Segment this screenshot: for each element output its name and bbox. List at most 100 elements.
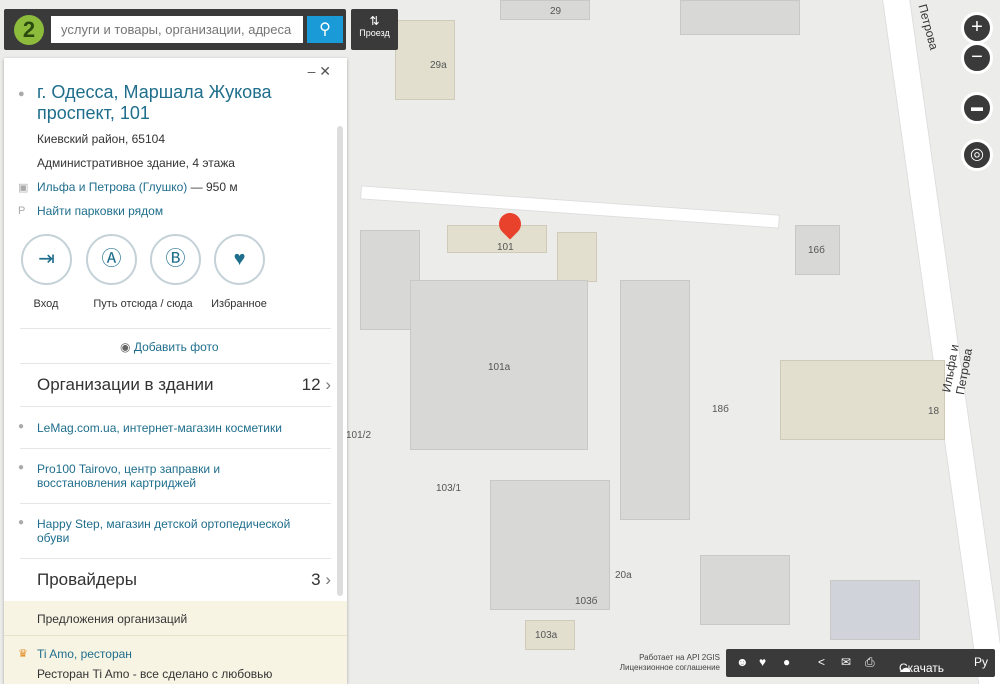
street-label: Петрова [915, 2, 942, 52]
license-link[interactable]: Лицензионное соглашение [600, 663, 720, 673]
bottom-toolbar: ☻ ♥ ● < ✉ ⎙ ☁ Скачать Ру [726, 649, 995, 677]
print-icon[interactable]: ⎙ [865, 655, 875, 670]
directions-label: Проезд [359, 28, 390, 38]
share-icon[interactable]: < [818, 655, 825, 669]
directions-button[interactable]: ⇅ Проезд [351, 9, 398, 50]
zoom-out-button[interactable]: − [961, 42, 993, 74]
org-link[interactable]: Happy Step, магазин детской ортопедическ… [37, 517, 317, 545]
map-credits: Работает на API 2GIS Лицензионное соглаш… [600, 653, 720, 673]
target-icon: ◎ [970, 146, 984, 163]
divider [4, 635, 347, 636]
road [360, 185, 780, 229]
orgs-section-title[interactable]: Организации в здании [37, 375, 213, 395]
heart-icon: ♥ [233, 248, 246, 270]
map-label: 101а [488, 362, 511, 373]
user-icon[interactable]: ☻ [736, 655, 749, 669]
route-to-button[interactable]: Ⓑ [150, 234, 201, 285]
close-icon[interactable]: ✕ [319, 63, 331, 79]
map-label: 103/1 [436, 483, 462, 494]
search-button[interactable]: ⚲ [307, 16, 343, 43]
map-label: 18б [712, 404, 729, 415]
divider [20, 503, 331, 504]
api-credit[interactable]: Работает на API 2GIS [600, 653, 720, 663]
org-link[interactable]: Pro100 Tairovo, центр заправки и восстан… [37, 462, 307, 490]
map-label: 18 [928, 406, 940, 417]
route-label: Путь отсюда / сюда [93, 298, 193, 310]
entrance-icon: ⇥ [38, 248, 55, 270]
district: Киевский район, 65104 [37, 132, 165, 146]
plus-icon: + [971, 16, 983, 38]
search-icon: ⚲ [319, 21, 331, 38]
transit-stop-link[interactable]: Ильфа и Петрова (Глушко) [37, 180, 187, 194]
search-bar: 2 ⚲ [4, 9, 346, 50]
divider [20, 558, 331, 559]
building [680, 0, 800, 35]
parking-icon: P [18, 205, 26, 217]
pin-icon: ● [18, 421, 25, 432]
offers-title: Предложения организаций [37, 612, 188, 626]
language-button[interactable]: Ру [974, 655, 988, 669]
favorite-label: Избранное [211, 298, 267, 310]
divider [20, 363, 331, 364]
crown-icon: ♛ [18, 648, 28, 660]
map-label: 16б [808, 245, 825, 256]
building [557, 232, 597, 282]
entrance-label: Вход [33, 298, 59, 310]
providers-count: 3 [311, 570, 321, 589]
divider [20, 328, 331, 329]
add-photo-button[interactable]: ◉ Добавить фото [120, 340, 219, 354]
org-link[interactable]: LeMag.com.ua, интернет-магазин косметики [37, 421, 307, 435]
pin-icon: ● [18, 517, 25, 528]
map-label: 20а [615, 570, 632, 581]
camera-icon: ◉ [120, 340, 131, 354]
address-title: г. Одесса, Маршала Жукова проспект, 101 [37, 82, 272, 123]
building-info: Административное здание, 4 этажа [37, 156, 235, 170]
place-card: – ✕ ● г. Одесса, Маршала Жукова проспект… [4, 58, 347, 684]
entrance-button[interactable]: ⇥ [21, 234, 72, 285]
logo[interactable]: 2 [14, 15, 44, 45]
chat-icon[interactable]: ● [783, 655, 790, 669]
map-label: 101/2 [346, 430, 372, 441]
building [500, 0, 590, 20]
transit-icon: ▣ [18, 182, 29, 194]
map-label: 29 [550, 6, 562, 17]
orgs-count: 12 [301, 375, 321, 394]
chevron-right-icon[interactable]: › [325, 375, 331, 394]
scrollbar[interactable] [337, 126, 343, 596]
search-input[interactable] [51, 16, 303, 43]
heart-icon[interactable]: ♥ [759, 655, 766, 669]
pin-icon: ● [18, 88, 25, 100]
ruler-button[interactable]: ▬ [961, 92, 993, 124]
building [620, 280, 690, 520]
divider [20, 448, 331, 449]
route-icon: ⇅ [369, 14, 380, 28]
transit-distance: — 950 м [190, 180, 238, 194]
map-label: 101 [497, 242, 514, 253]
offer-text: Ресторан Ti Amo - все сделано с любовью [37, 667, 273, 681]
minus-icon: − [971, 46, 983, 68]
geolocation-button[interactable]: ◎ [961, 139, 993, 171]
map-label: 103б [575, 596, 598, 607]
zoom-in-button[interactable]: + [961, 12, 993, 44]
mail-icon[interactable]: ✉ [841, 655, 851, 669]
route-from-button[interactable]: Ⓐ [86, 234, 137, 285]
divider [20, 406, 331, 407]
offer-link[interactable]: Ti Amo, ресторан [37, 647, 132, 661]
route-b-icon: Ⓑ [165, 248, 186, 270]
chevron-right-icon[interactable]: › [325, 570, 331, 589]
route-a-icon: Ⓐ [101, 248, 122, 270]
find-parking-link[interactable]: Найти парковки рядом [37, 204, 163, 218]
minimize-icon[interactable]: – [308, 63, 316, 79]
favorite-button[interactable]: ♥ [214, 234, 265, 285]
map-label: 29а [430, 60, 447, 71]
building [830, 580, 920, 640]
map-label: 103а [535, 630, 558, 641]
download-label: Скачать [899, 661, 944, 675]
pin-icon: ● [18, 462, 25, 473]
building-18 [780, 360, 945, 440]
building [490, 480, 610, 610]
ruler-icon: ▬ [971, 100, 983, 114]
offers-section: Предложения организаций ♛ Ti Amo, рестор… [4, 601, 347, 684]
providers-section-title[interactable]: Провайдеры [37, 570, 137, 590]
add-photo-label: Добавить фото [133, 340, 219, 354]
